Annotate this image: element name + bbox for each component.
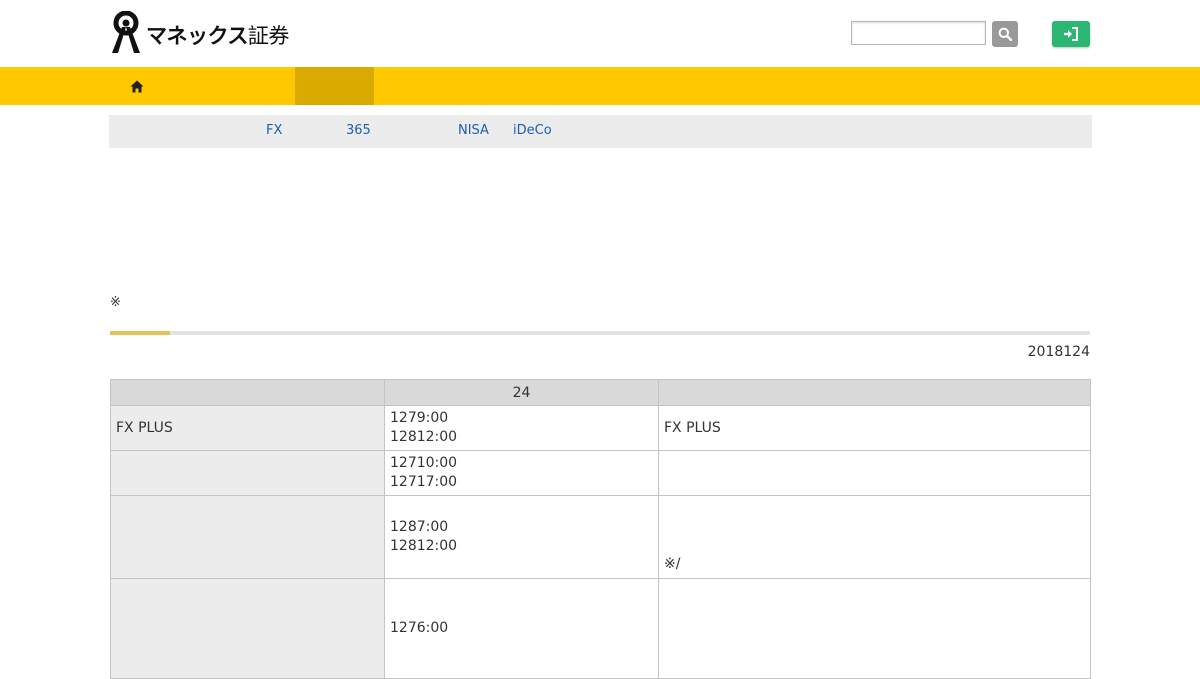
table-row: 1287:00 12812:00 ※/ — [110, 495, 1091, 579]
monex-logo[interactable]: マネックス証券 — [110, 11, 289, 55]
main-nav-bar — [0, 67, 1200, 105]
progress-fill — [110, 331, 170, 335]
subnav-link-365[interactable]: 365 — [346, 123, 371, 138]
subnav-link-nisa[interactable]: NISA — [458, 123, 489, 138]
search-button[interactable] — [992, 21, 1018, 47]
service-name-cell — [110, 450, 385, 496]
time-cell: 12710:00 12717:00 — [384, 450, 659, 496]
table-header-row: 24 — [110, 379, 1091, 406]
notice-mark: ※ — [110, 295, 121, 310]
subnav-link-ideco[interactable]: iDeCo — [513, 123, 552, 138]
column-header-time: 24 — [384, 379, 659, 406]
time-end: 12812:00 — [390, 538, 458, 554]
search-input[interactable] — [851, 21, 986, 45]
time-start: 1279:00 — [390, 410, 449, 426]
login-button[interactable] — [1052, 21, 1090, 47]
monex-logo-mark-icon — [112, 11, 140, 53]
nav-home[interactable] — [110, 67, 164, 105]
time-start: 1276:00 — [390, 620, 449, 636]
sign-in-icon — [1064, 27, 1078, 41]
column-header-note — [658, 379, 1091, 406]
update-date: 2018124 — [1027, 344, 1090, 360]
maintenance-schedule-table: 24 FX PLUS 1279:00 12812:00 FX PLUS 1271… — [110, 379, 1091, 679]
time-cell: 1276:00 — [384, 578, 659, 679]
time-start: 12710:00 — [390, 455, 458, 471]
note-cell: ※/ — [658, 495, 1091, 579]
table-row: 12710:00 12717:00 — [110, 450, 1091, 496]
service-name-cell — [110, 495, 385, 579]
table-row: 1276:00 — [110, 578, 1091, 679]
search-icon — [998, 27, 1012, 41]
site-header: マネックス証券 — [0, 0, 1200, 67]
column-header-service — [110, 379, 385, 406]
time-cell: 1279:00 12812:00 — [384, 405, 659, 451]
note-cell — [658, 450, 1091, 496]
nav-item-active[interactable] — [295, 67, 374, 105]
home-icon — [130, 80, 144, 92]
sub-nav: FX 365 NISA iDeCo — [109, 115, 1092, 148]
time-cell: 1287:00 12812:00 — [384, 495, 659, 579]
time-end: 12812:00 — [390, 429, 458, 445]
note-cell — [658, 578, 1091, 679]
service-name-cell — [110, 578, 385, 679]
subnav-link-fx[interactable]: FX — [266, 123, 282, 138]
progress-track — [110, 331, 1090, 335]
service-name-cell: FX PLUS — [110, 405, 385, 451]
time-start: 1287:00 — [390, 519, 449, 535]
time-end: 12717:00 — [390, 474, 458, 490]
note-cell: FX PLUS — [658, 405, 1091, 451]
logo-text: マネックス証券 — [146, 24, 289, 48]
note-text: ※/ — [664, 556, 681, 572]
table-row: FX PLUS 1279:00 12812:00 FX PLUS — [110, 405, 1091, 451]
